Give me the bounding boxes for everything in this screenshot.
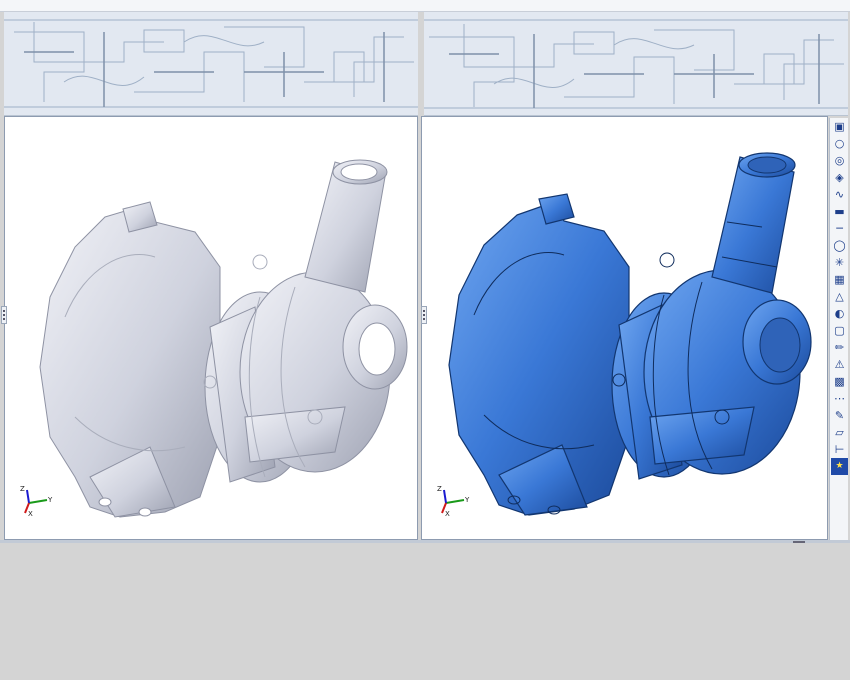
axis-triad-right: Y Z X xyxy=(437,485,470,517)
axis-triad-left: Y Z X xyxy=(20,485,53,517)
left-view-header-graphic xyxy=(4,12,418,116)
sketch-icon[interactable]: ✏ xyxy=(831,339,848,356)
vertical-toolbar: ▣ ○ ◎ ◈ ∿ ▬ ─ ◯ ✳ ▦ △ ◐ ▢ ✏ ⚠ ▩ ⋯ ✎ ▱ ⊢ … xyxy=(829,118,848,540)
left-splitter-handle[interactable] xyxy=(1,306,7,324)
application-window: Y Z X Y Z X ▣ ○ ◎ ◈ ∿ ▬ ─ ◯ ✳ ▦ △ ◐ ▢ ✏ … xyxy=(0,0,850,680)
warning-triangle-icon[interactable]: ⚠ xyxy=(831,356,848,373)
highlight-icon[interactable]: ★ xyxy=(831,458,848,475)
left-viewport-mesh[interactable]: Y Z X xyxy=(4,116,418,540)
grid-icon[interactable]: ▩ xyxy=(831,373,848,390)
right-viewport-surface[interactable]: Y Z X xyxy=(421,116,828,540)
plane-icon[interactable]: ▱ xyxy=(831,424,848,441)
point-icon[interactable]: ✳ xyxy=(831,254,848,271)
triad-y-label: Y xyxy=(47,496,53,504)
top-border xyxy=(0,0,850,12)
circle-tool-icon[interactable]: ◐ xyxy=(831,305,848,322)
status-strip xyxy=(0,540,850,543)
edit-icon[interactable]: ✎ xyxy=(831,407,848,424)
dots-icon[interactable]: ⋯ xyxy=(831,390,848,407)
turbocharger-surface-model[interactable] xyxy=(422,117,828,540)
triangle-icon[interactable]: △ xyxy=(831,288,848,305)
triad-z-label: Z xyxy=(20,485,25,493)
right-splitter-handle[interactable] xyxy=(421,306,427,324)
triad-x-label: X xyxy=(445,510,450,517)
view-pan-icon[interactable]: ◎ xyxy=(831,152,848,169)
triad-z-label: Z xyxy=(437,485,442,493)
curve-icon[interactable]: ∿ xyxy=(831,186,848,203)
mesh-icon[interactable]: ▦ xyxy=(831,271,848,288)
right-view-header-graphic xyxy=(424,12,848,116)
line-icon[interactable]: ─ xyxy=(831,220,848,237)
triad-y-label: Y xyxy=(464,496,470,504)
surface-icon[interactable]: ▬ xyxy=(831,203,848,220)
view-select-icon[interactable]: ▣ xyxy=(831,118,848,135)
turbocharger-mesh-model[interactable] xyxy=(5,117,418,540)
triad-x-label: X xyxy=(28,510,33,517)
view-rotate-icon[interactable]: ○ xyxy=(831,135,848,152)
box-icon[interactable]: ▢ xyxy=(831,322,848,339)
axis-icon[interactable]: ⊢ xyxy=(831,441,848,458)
resize-grip[interactable] xyxy=(793,541,805,543)
view-zoom-icon[interactable]: ◈ xyxy=(831,169,848,186)
circle-icon[interactable]: ◯ xyxy=(831,237,848,254)
